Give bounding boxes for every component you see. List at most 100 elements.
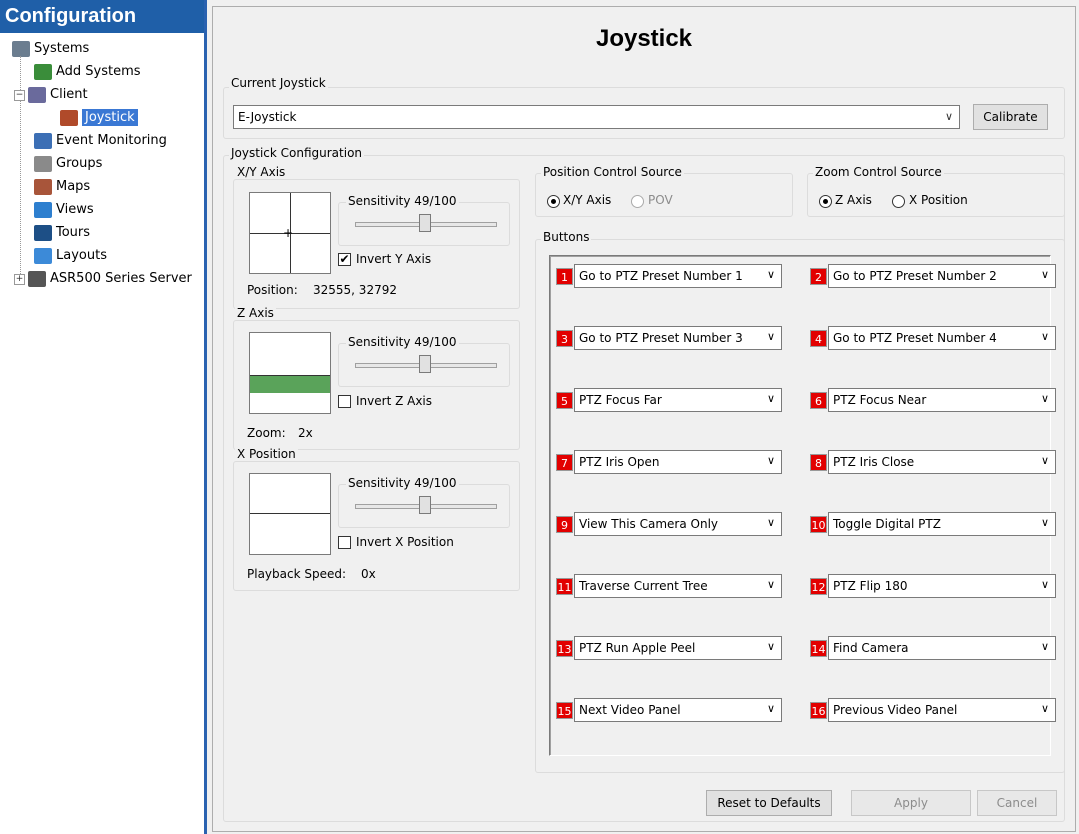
- tree-item-event-monitoring[interactable]: Event Monitoring: [34, 130, 167, 152]
- invert-z-checkbox[interactable]: [338, 395, 351, 408]
- x-sensitivity-slider[interactable]: [418, 496, 431, 514]
- button-action-select[interactable]: Go to PTZ Preset Number 4 ∨: [828, 326, 1056, 350]
- invert-x-label: Invert X Position: [356, 535, 454, 549]
- z-axis-pad: [249, 332, 331, 414]
- calibrate-button[interactable]: Calibrate: [973, 104, 1048, 130]
- tree-item-joystick[interactable]: Joystick: [60, 107, 138, 129]
- chevron-down-icon: ∨: [766, 702, 775, 715]
- server-icon: [12, 41, 30, 57]
- button-action-value: Go to PTZ Preset Number 4: [833, 331, 997, 345]
- button-action-select[interactable]: PTZ Flip 180 ∨: [828, 574, 1056, 598]
- button-number-badge: 11: [556, 578, 573, 595]
- z-axis-label: Z Axis: [235, 306, 276, 320]
- joystick-panel: Joystick Current Joystick E-Joystick ∨ C…: [212, 6, 1076, 832]
- playback-speed-value: 0x: [361, 567, 376, 581]
- tree-item-systems[interactable]: Systems: [12, 38, 89, 60]
- button-action-value: Go to PTZ Preset Number 2: [833, 269, 997, 283]
- button-action-value: PTZ Run Apple Peel: [579, 641, 696, 655]
- button-action-value: View This Camera Only: [579, 517, 719, 531]
- invert-y-checkbox[interactable]: ✔: [338, 253, 351, 266]
- button-number-badge: 14: [810, 640, 827, 657]
- tree-item-tours[interactable]: Tours: [34, 222, 90, 244]
- chevron-down-icon: ∨: [766, 330, 775, 343]
- x-position-radio[interactable]: [892, 195, 905, 208]
- button-action-value: Previous Video Panel: [833, 703, 958, 717]
- invert-z-label: Invert Z Axis: [356, 394, 433, 408]
- groups-icon: [34, 156, 52, 172]
- button-number-badge: 9: [556, 516, 573, 533]
- button-action-value: PTZ Iris Open: [579, 455, 660, 469]
- button-action-select[interactable]: Go to PTZ Preset Number 3 ∨: [574, 326, 782, 350]
- playback-speed-label: Playback Speed:: [247, 567, 347, 581]
- chevron-down-icon: ∨: [766, 578, 775, 591]
- button-action-select[interactable]: Traverse Current Tree ∨: [574, 574, 782, 598]
- button-number-badge: 6: [810, 392, 827, 409]
- tree-item-groups[interactable]: Groups: [34, 153, 102, 175]
- current-joystick-select[interactable]: E-Joystick ∨: [233, 105, 960, 129]
- apply-button[interactable]: Apply: [851, 790, 971, 816]
- z-axis-radio[interactable]: [819, 195, 832, 208]
- button-number-badge: 13: [556, 640, 573, 657]
- tree-item-client[interactable]: − Client: [14, 84, 88, 106]
- tree-item-asr500-server[interactable]: + ASR500 Series Server: [14, 268, 192, 290]
- add-system-icon: [34, 64, 52, 80]
- tree-item-add-systems[interactable]: Add Systems: [34, 61, 141, 83]
- button-action-select[interactable]: Find Camera ∨: [828, 636, 1056, 660]
- button-action-select[interactable]: PTZ Iris Close ∨: [828, 450, 1056, 474]
- x-position-label: X Position: [235, 447, 298, 461]
- button-action-value: PTZ Iris Close: [833, 455, 915, 469]
- current-joystick-label: Current Joystick: [229, 76, 328, 90]
- chevron-down-icon: ∨: [1040, 578, 1049, 591]
- position-value: 32555, 32792: [313, 283, 397, 297]
- pov-radio-label: POV: [648, 193, 673, 207]
- chevron-down-icon: ∨: [766, 516, 775, 529]
- tree-item-views[interactable]: Views: [34, 199, 94, 221]
- z-sensitivity-slider[interactable]: [418, 355, 431, 373]
- expand-icon[interactable]: +: [14, 273, 25, 285]
- button-action-value: Find Camera: [833, 641, 909, 655]
- pov-radio[interactable]: [631, 195, 644, 208]
- button-action-value: Go to PTZ Preset Number 1: [579, 269, 743, 283]
- chevron-down-icon: ∨: [766, 454, 775, 467]
- button-action-value: Go to PTZ Preset Number 3: [579, 331, 743, 345]
- button-action-select[interactable]: PTZ Run Apple Peel ∨: [574, 636, 782, 660]
- button-number-badge: 8: [810, 454, 827, 471]
- button-action-select[interactable]: Go to PTZ Preset Number 1 ∨: [574, 264, 782, 288]
- chevron-down-icon: ∨: [766, 640, 775, 653]
- invert-x-checkbox[interactable]: [338, 536, 351, 549]
- tree-item-layouts[interactable]: Layouts: [34, 245, 107, 267]
- server-gear-icon: [28, 271, 46, 287]
- button-number-badge: 7: [556, 454, 573, 471]
- reset-to-defaults-button[interactable]: Reset to Defaults: [706, 790, 832, 816]
- chevron-down-icon: ∨: [1040, 330, 1049, 343]
- button-action-select[interactable]: View This Camera Only ∨: [574, 512, 782, 536]
- chevron-down-icon: ∨: [1040, 454, 1049, 467]
- button-action-select[interactable]: Go to PTZ Preset Number 2 ∨: [828, 264, 1056, 288]
- z-axis-radio-label: Z Axis: [835, 193, 872, 207]
- gear-icon: [28, 87, 46, 103]
- button-action-select[interactable]: Toggle Digital PTZ ∨: [828, 512, 1056, 536]
- chevron-down-icon: ∨: [766, 392, 775, 405]
- cancel-button[interactable]: Cancel: [977, 790, 1057, 816]
- sidebar-splitter[interactable]: [204, 0, 207, 834]
- invert-y-label: Invert Y Axis: [356, 252, 432, 266]
- layouts-icon: [34, 248, 52, 264]
- collapse-icon[interactable]: −: [14, 89, 25, 101]
- button-action-select[interactable]: PTZ Focus Far ∨: [574, 388, 782, 412]
- zoom-label: Zoom:: [247, 426, 286, 440]
- sidebar-title: Configuration: [0, 0, 205, 33]
- tree-item-maps[interactable]: Maps: [34, 176, 90, 198]
- page-title: Joystick: [595, 25, 693, 52]
- current-joystick-value: E-Joystick: [238, 110, 297, 124]
- button-action-select[interactable]: PTZ Focus Near ∨: [828, 388, 1056, 412]
- button-number-badge: 15: [556, 702, 573, 719]
- button-action-select[interactable]: Next Video Panel ∨: [574, 698, 782, 722]
- xy-axis-radio[interactable]: [547, 195, 560, 208]
- button-action-select[interactable]: PTZ Iris Open ∨: [574, 450, 782, 474]
- xy-sensitivity-slider[interactable]: [418, 214, 431, 232]
- button-action-select[interactable]: Previous Video Panel ∨: [828, 698, 1056, 722]
- button-number-badge: 5: [556, 392, 573, 409]
- z-center-line: [250, 375, 330, 376]
- buttons-label: Buttons: [541, 230, 592, 244]
- checkmark-icon: ✔: [339, 252, 350, 266]
